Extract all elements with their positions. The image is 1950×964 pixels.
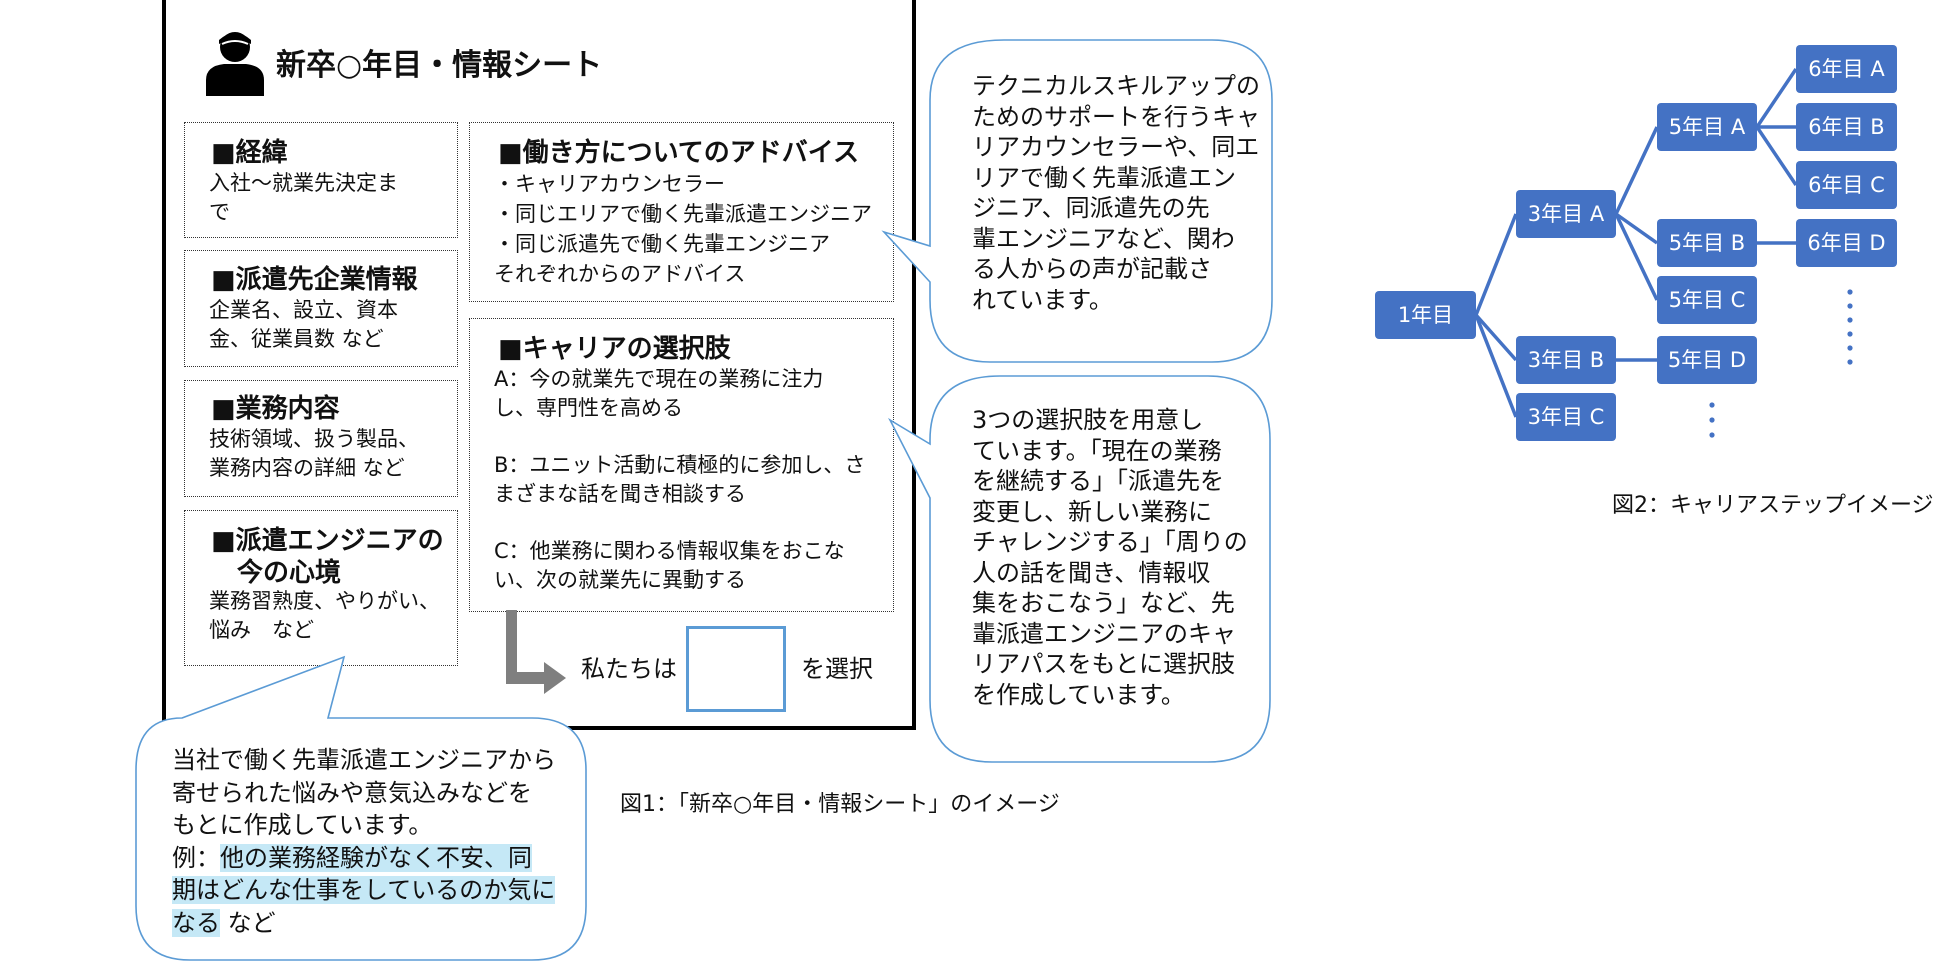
node-year6-a: 6年目 A xyxy=(1796,45,1897,93)
node-year5-b: 5年目 B xyxy=(1657,219,1757,267)
node-year6-d: 6年目 D xyxy=(1796,219,1897,267)
node-year5-a: 5年目 A xyxy=(1657,103,1757,151)
node-year5-c: 5年目 C xyxy=(1657,276,1757,324)
node-year6-c: 6年目 C xyxy=(1796,161,1897,209)
node-year6-b: 6年目 B xyxy=(1796,103,1897,151)
figure2-caption: 図2：キャリアステップイメージ xyxy=(1612,493,1934,518)
node-year5-d: 5年目 D xyxy=(1657,336,1757,384)
node-year3-a: 3年目 A xyxy=(1516,190,1616,238)
node-year1: 1年目 xyxy=(1375,291,1476,339)
node-year3-c: 3年目 C xyxy=(1516,393,1616,441)
node-year3-b: 3年目 B xyxy=(1516,336,1616,384)
